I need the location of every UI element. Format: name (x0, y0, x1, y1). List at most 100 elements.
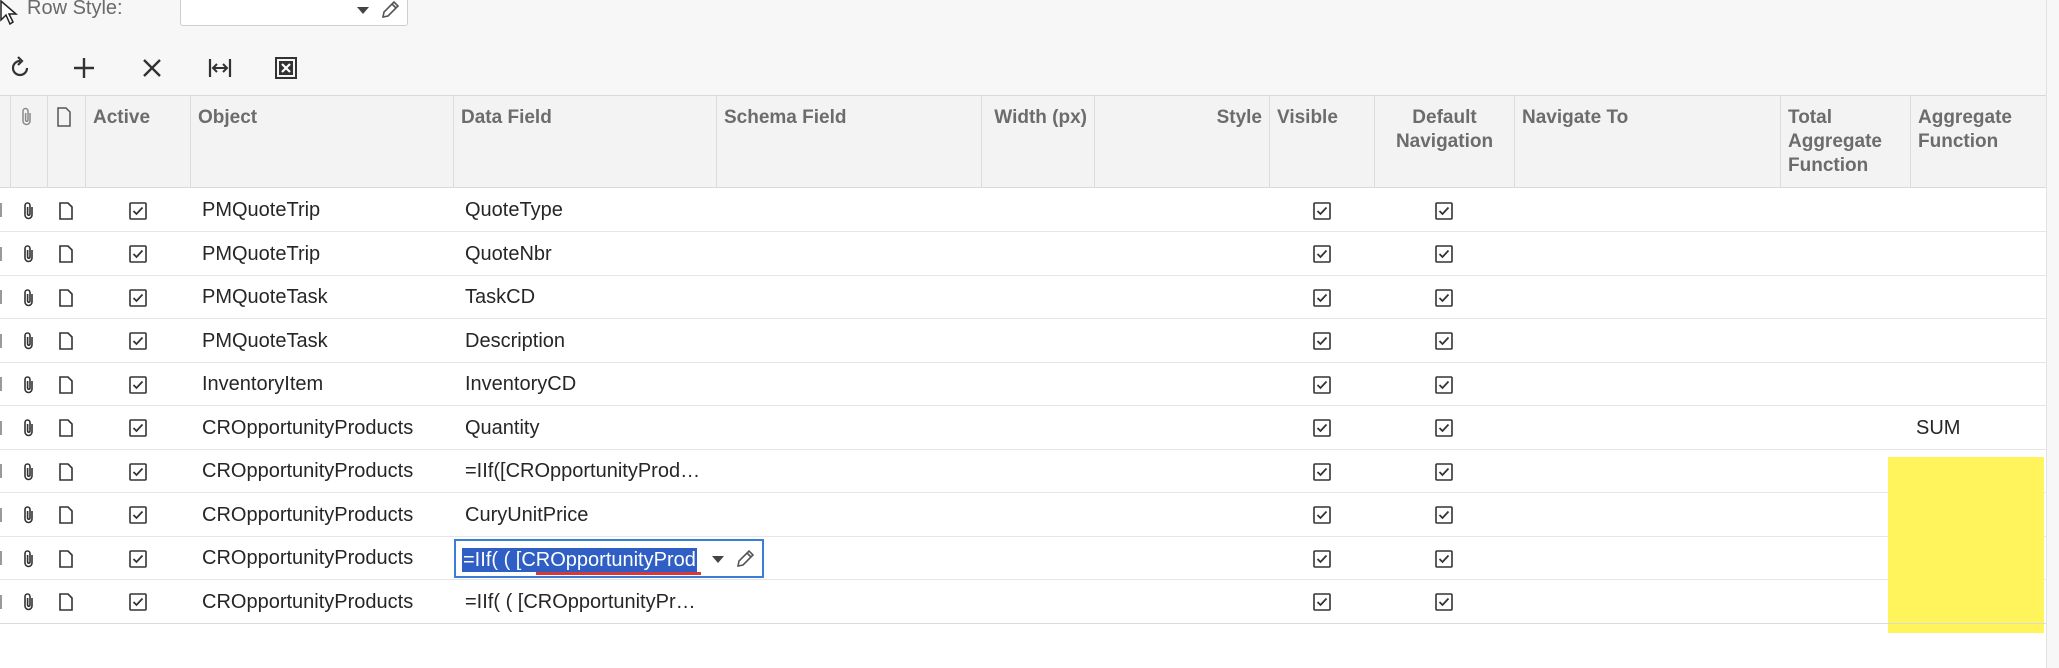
row-selector[interactable] (0, 551, 3, 565)
total-aggregate-function-cell[interactable] (1786, 320, 1906, 363)
default-navigation-cell[interactable] (1374, 320, 1514, 363)
row-selector[interactable] (0, 377, 3, 391)
object-cell[interactable]: PMQuoteTask (202, 276, 450, 319)
pencil-icon[interactable] (379, 0, 401, 21)
header-data-field[interactable]: Data Field (453, 96, 716, 188)
notes-cell[interactable] (47, 494, 85, 537)
object-cell[interactable]: CROpportunityProducts (202, 581, 450, 624)
visible-cell[interactable] (1269, 320, 1374, 363)
active-cell[interactable] (85, 320, 190, 363)
header-aggregate-function[interactable]: Aggregate Function (1910, 96, 2046, 188)
notes-cell[interactable] (47, 189, 85, 232)
notes-cell[interactable] (47, 581, 85, 624)
active-cell[interactable] (85, 537, 190, 580)
aggregate-function-cell[interactable] (1916, 233, 2041, 276)
header-object[interactable]: Object (190, 96, 453, 188)
object-cell[interactable]: PMQuoteTrip (202, 233, 450, 276)
aggregate-function-cell[interactable] (1916, 363, 2041, 406)
style-cell[interactable] (1100, 537, 1265, 580)
object-cell[interactable]: InventoryItem (202, 363, 450, 406)
data-field-cell[interactable]: =IIf( ( [CROpportunityPr… (465, 581, 710, 624)
visible-cell[interactable] (1269, 276, 1374, 319)
navigate-to-cell[interactable] (1520, 189, 1775, 232)
visible-cell[interactable] (1269, 581, 1374, 624)
files-cell[interactable] (10, 233, 47, 276)
schema-field-cell[interactable] (722, 363, 977, 406)
row-selector[interactable] (0, 464, 3, 478)
export-excel-button[interactable] (266, 48, 306, 88)
default-navigation-checkbox[interactable] (1434, 201, 1454, 221)
default-navigation-cell[interactable] (1374, 494, 1514, 537)
style-cell[interactable] (1100, 233, 1265, 276)
default-navigation-cell[interactable] (1374, 189, 1514, 232)
navigate-to-cell[interactable] (1520, 494, 1775, 537)
visible-cell[interactable] (1269, 233, 1374, 276)
style-cell[interactable] (1100, 363, 1265, 406)
add-row-button[interactable] (64, 48, 104, 88)
default-navigation-checkbox[interactable] (1434, 288, 1454, 308)
active-cell[interactable] (85, 450, 190, 493)
width-cell[interactable] (987, 581, 1087, 624)
navigate-to-cell[interactable] (1520, 233, 1775, 276)
navigate-to-cell[interactable] (1520, 363, 1775, 406)
header-default-navigation[interactable]: Default Navigation (1374, 96, 1514, 188)
object-cell[interactable]: CROpportunityProducts (202, 537, 450, 580)
delete-row-button[interactable] (132, 48, 172, 88)
visible-cell[interactable] (1269, 537, 1374, 580)
active-cell[interactable] (85, 276, 190, 319)
data-field-cell[interactable]: TaskCD (465, 276, 710, 319)
total-aggregate-function-cell[interactable] (1786, 233, 1906, 276)
active-checkbox[interactable] (128, 375, 148, 395)
files-cell[interactable] (10, 581, 47, 624)
table-row[interactable]: PMQuoteTask Description (0, 320, 2046, 363)
schema-field-cell[interactable] (722, 450, 977, 493)
notes-cell[interactable] (47, 450, 85, 493)
default-navigation-checkbox[interactable] (1434, 418, 1454, 438)
data-field-cell[interactable]: Description (465, 320, 710, 363)
default-navigation-cell[interactable] (1374, 407, 1514, 450)
row-selector[interactable] (0, 594, 3, 609)
style-cell[interactable] (1100, 494, 1265, 537)
files-cell[interactable] (10, 537, 47, 580)
active-cell[interactable] (85, 189, 190, 232)
files-cell[interactable] (10, 189, 47, 232)
files-cell[interactable] (10, 450, 47, 493)
total-aggregate-function-cell[interactable] (1786, 407, 1906, 450)
default-navigation-checkbox[interactable] (1434, 375, 1454, 395)
width-cell[interactable] (987, 233, 1087, 276)
data-field-cell[interactable]: Quantity (465, 407, 710, 450)
visible-checkbox[interactable] (1312, 375, 1332, 395)
navigate-to-cell[interactable] (1520, 537, 1775, 580)
aggregate-function-cell[interactable]: SUM (1916, 407, 2041, 450)
total-aggregate-function-cell[interactable] (1786, 363, 1906, 406)
active-cell[interactable] (85, 233, 190, 276)
object-cell[interactable]: PMQuoteTrip (202, 189, 450, 232)
default-navigation-cell[interactable] (1374, 363, 1514, 406)
table-row[interactable]: CROpportunityProducts =IIf( ( [CROpportun… (0, 537, 2046, 580)
default-navigation-checkbox[interactable] (1434, 505, 1454, 525)
table-row[interactable]: CROpportunityProducts =IIf([CROpportunity… (0, 450, 2046, 493)
vertical-scrollbar[interactable] (2046, 0, 2059, 668)
table-row[interactable]: PMQuoteTask TaskCD (0, 276, 2046, 319)
visible-checkbox[interactable] (1312, 505, 1332, 525)
width-cell[interactable] (987, 363, 1087, 406)
notes-cell[interactable] (47, 233, 85, 276)
total-aggregate-function-cell[interactable] (1786, 276, 1906, 319)
active-cell[interactable] (85, 581, 190, 624)
schema-field-cell[interactable] (722, 320, 977, 363)
active-checkbox[interactable] (128, 549, 148, 569)
default-navigation-checkbox[interactable] (1434, 549, 1454, 569)
visible-checkbox[interactable] (1312, 549, 1332, 569)
visible-checkbox[interactable] (1312, 331, 1332, 351)
active-checkbox[interactable] (128, 244, 148, 264)
active-checkbox[interactable] (128, 201, 148, 221)
aggregate-function-cell[interactable] (1916, 189, 2041, 232)
header-visible[interactable]: Visible (1269, 96, 1374, 188)
total-aggregate-function-cell[interactable] (1786, 189, 1906, 232)
active-checkbox[interactable] (128, 288, 148, 308)
style-cell[interactable] (1100, 581, 1265, 624)
row-selector[interactable] (0, 333, 3, 348)
row-selector[interactable] (0, 246, 3, 261)
active-cell[interactable] (85, 407, 190, 450)
visible-checkbox[interactable] (1312, 592, 1332, 612)
